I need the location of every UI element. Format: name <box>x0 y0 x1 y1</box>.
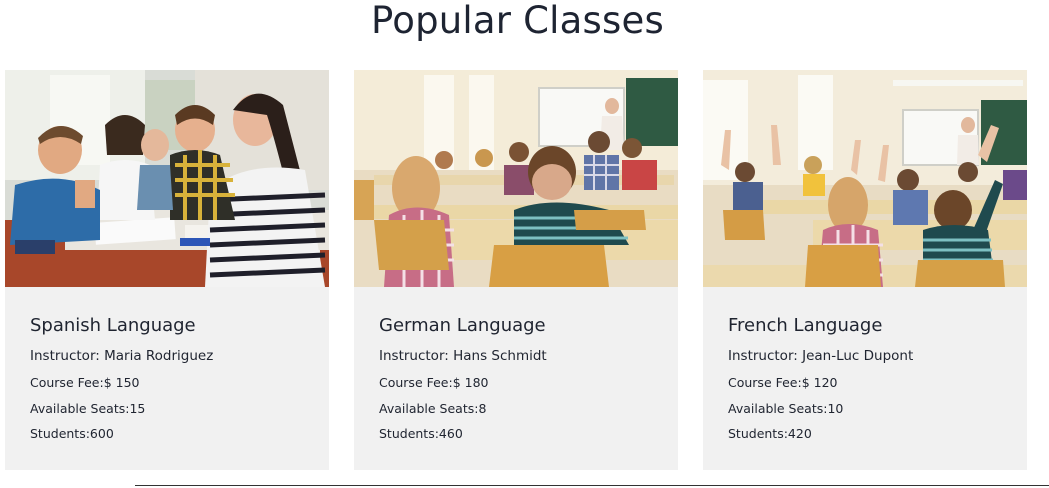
class-students: Students:600 <box>30 426 114 441</box>
classroom-photo-icon <box>5 70 329 287</box>
class-title: French Language <box>728 315 883 336</box>
class-card-body: French Language Instructor: Jean-Luc Dup… <box>703 287 1027 441</box>
class-students: Students:420 <box>728 426 812 441</box>
class-image-french <box>703 70 1027 287</box>
class-fee: Course Fee:$ 180 <box>379 375 489 390</box>
bottom-divider <box>135 485 1049 486</box>
class-card-german[interactable]: German Language Instructor: Hans Schmidt… <box>354 70 678 470</box>
class-instructor: Instructor: Jean-Luc Dupont <box>728 348 914 364</box>
popular-classes-page: Popular Classes Spanish Language Instruc… <box>0 0 1049 488</box>
class-students: Students:460 <box>379 426 463 441</box>
class-image-german <box>354 70 678 287</box>
class-available-seats: Available Seats:10 <box>728 400 844 416</box>
class-instructor: Instructor: Maria Rodriguez <box>30 348 214 364</box>
class-image-spanish <box>5 70 329 287</box>
section-title: Popular Classes <box>371 0 664 42</box>
class-available-seats: Available Seats:8 <box>379 400 487 416</box>
class-available-seats: Available Seats:15 <box>30 400 146 416</box>
class-title: German Language <box>379 315 546 336</box>
class-card-french[interactable]: French Language Instructor: Jean-Luc Dup… <box>703 70 1027 470</box>
class-card-body: Spanish Language Instructor: Maria Rodri… <box>5 287 329 441</box>
class-cards: Spanish Language Instructor: Maria Rodri… <box>5 70 1027 470</box>
classroom-photo-icon <box>354 70 678 287</box>
classroom-photo-icon <box>703 70 1027 287</box>
class-instructor: Instructor: Hans Schmidt <box>379 348 547 364</box>
class-card-body: German Language Instructor: Hans Schmidt… <box>354 287 678 441</box>
class-fee: Course Fee:$ 150 <box>30 375 140 390</box>
class-fee: Course Fee:$ 120 <box>728 375 838 390</box>
class-card-spanish[interactable]: Spanish Language Instructor: Maria Rodri… <box>5 70 329 470</box>
class-title: Spanish Language <box>30 315 196 336</box>
